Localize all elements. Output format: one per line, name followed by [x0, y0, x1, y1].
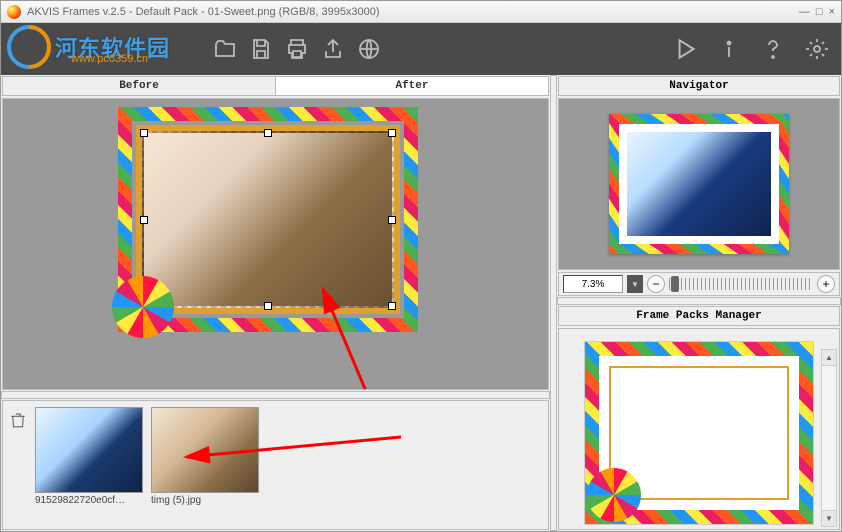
vertical-splitter[interactable] — [550, 75, 557, 531]
window-title: AKVIS Frames v.2.5 - Default Pack - 01-S… — [27, 6, 799, 18]
zoom-in-button[interactable]: + — [817, 275, 835, 293]
save-icon[interactable] — [247, 35, 275, 63]
help-icon[interactable] — [759, 35, 787, 63]
horizontal-splitter[interactable] — [557, 297, 841, 305]
trash-icon[interactable] — [9, 411, 27, 429]
web-icon[interactable] — [355, 35, 383, 63]
frame-pack-item[interactable] — [584, 341, 814, 525]
right-pane: Navigator ▼ − + Frame Packs Manager — [557, 75, 841, 531]
photo-selection[interactable] — [142, 131, 394, 308]
thumbnail-2[interactable]: timg (5).jpg — [151, 407, 259, 506]
app-icon — [7, 5, 21, 19]
thumbnail-image — [35, 407, 143, 493]
zoom-input[interactable] — [563, 275, 623, 293]
toolbar: 河东软件园 www.pc0359.cn — [1, 23, 841, 75]
maximize-button[interactable]: □ — [816, 6, 823, 18]
resize-handle[interactable] — [388, 216, 396, 224]
frame-packs-panel: ▲ ▼ — [558, 328, 840, 530]
horizontal-splitter[interactable] — [1, 391, 550, 399]
inner-frame — [136, 125, 400, 314]
left-pane: Before After — [1, 75, 550, 531]
scroll-down[interactable]: ▼ — [822, 510, 836, 526]
resize-handle[interactable] — [264, 129, 272, 137]
tab-after[interactable]: After — [276, 77, 548, 95]
fpm-title: Frame Packs Manager — [558, 306, 840, 326]
navigator-panel[interactable] — [558, 98, 840, 270]
zoom-slider[interactable] — [669, 278, 813, 290]
settings-icon[interactable] — [803, 35, 831, 63]
resize-handle[interactable] — [388, 302, 396, 310]
filmstrip: 91529822720e0cf… timg (5).jpg — [2, 400, 549, 530]
zoom-controls: ▼ − + — [558, 272, 840, 296]
navigator-image — [627, 132, 771, 236]
titlebar: AKVIS Frames v.2.5 - Default Pack - 01-S… — [1, 1, 841, 23]
navigator-preview — [609, 114, 789, 254]
thumbnail-image — [151, 407, 259, 493]
open-icon[interactable] — [211, 35, 239, 63]
scroll-up[interactable]: ▲ — [822, 350, 836, 366]
navigator-title: Navigator — [558, 76, 840, 96]
print-icon[interactable] — [283, 35, 311, 63]
thumbnail-1[interactable]: 91529822720e0cf… — [35, 407, 143, 506]
thumbnail-label: 91529822720e0cf… — [35, 495, 143, 506]
watermark: 河东软件园 www.pc0359.cn — [1, 23, 241, 75]
run-icon[interactable] — [671, 35, 699, 63]
resize-handle[interactable] — [388, 129, 396, 137]
tab-before[interactable]: Before — [3, 77, 276, 95]
lollipop-decoration — [112, 276, 174, 338]
resize-handle[interactable] — [264, 302, 272, 310]
resize-handle[interactable] — [140, 129, 148, 137]
lollipop-decoration — [587, 468, 641, 522]
app-window: AKVIS Frames v.2.5 - Default Pack - 01-S… — [0, 0, 842, 532]
frame-preview[interactable] — [118, 107, 418, 332]
thumbnail-label: timg (5).jpg — [151, 495, 259, 506]
share-icon[interactable] — [319, 35, 347, 63]
close-button[interactable]: × — [829, 6, 835, 18]
zoom-out-button[interactable]: − — [647, 275, 665, 293]
scrollbar[interactable]: ▲ ▼ — [821, 349, 837, 527]
view-tabs: Before After — [2, 76, 549, 96]
main-area: Before After — [1, 75, 841, 531]
zoom-dropdown[interactable]: ▼ — [627, 275, 643, 293]
info-icon[interactable] — [715, 35, 743, 63]
resize-handle[interactable] — [140, 216, 148, 224]
minimize-button[interactable]: — — [799, 6, 810, 18]
canvas[interactable] — [2, 98, 549, 390]
